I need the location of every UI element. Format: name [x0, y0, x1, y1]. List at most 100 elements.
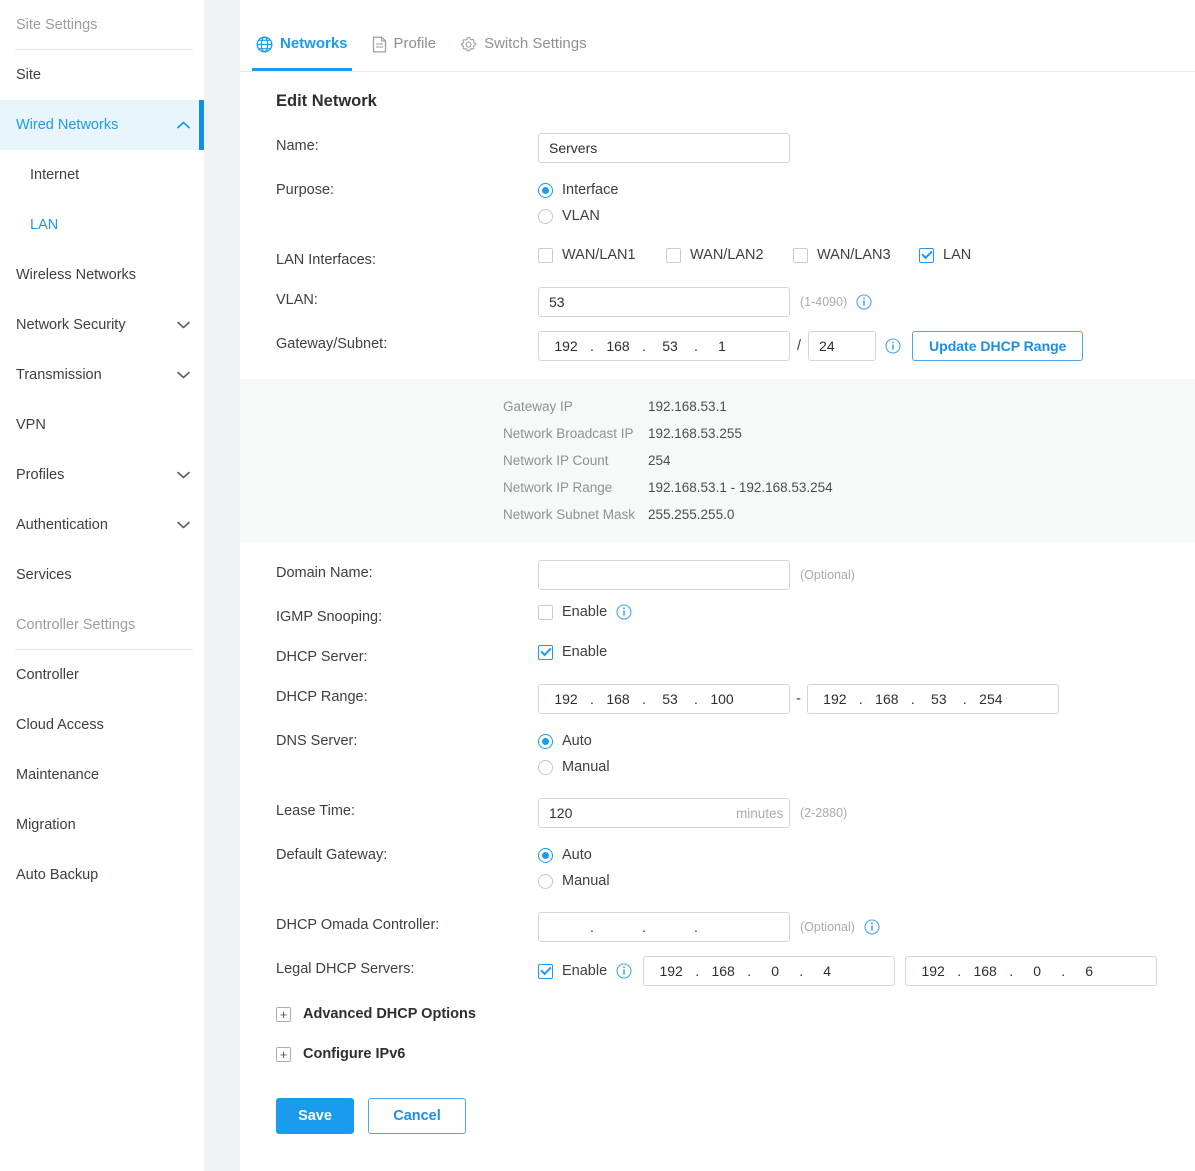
vlan-input[interactable]	[538, 287, 790, 317]
network-info-panel: Gateway IP 192.168.53.1 Network Broadcas…	[240, 379, 1195, 542]
info-icon[interactable]	[885, 338, 901, 354]
radio-icon-unselected[interactable]	[538, 873, 553, 889]
field-row-domain-name: Domain Name: (Optional)	[240, 560, 1195, 590]
field-label-domain-name: Domain Name:	[276, 565, 373, 581]
info-value: 192.168.53.1 - 192.168.53.254	[648, 480, 833, 495]
sidebar-item-controller[interactable]: Controller	[0, 650, 204, 700]
ip-octet-3[interactable]: 53	[647, 685, 693, 713]
ip-octet-1[interactable]: 192	[543, 332, 589, 360]
lease-time-unit: minutes	[736, 805, 784, 821]
info-icon[interactable]	[616, 604, 632, 620]
plus-icon[interactable]: +	[276, 1046, 291, 1062]
sidebar-item-auto-backup[interactable]: Auto Backup	[0, 850, 204, 900]
sidebar-item-label: Controller	[16, 667, 79, 683]
ip-octet-1[interactable]: 192	[543, 685, 589, 713]
dhcp-range-end-input[interactable]: 192 . 168 . 53 . 254	[806, 684, 1059, 714]
field-row-lan-interfaces: LAN Interfaces: WAN/LAN1 WAN/LAN2 WAN/LA…	[240, 247, 1195, 273]
ip-octet-3[interactable]: 0	[752, 957, 798, 985]
ip-octet-3[interactable]: 53	[916, 685, 962, 713]
ip-dot: .	[590, 919, 594, 935]
radio-icon-selected[interactable]	[538, 847, 553, 863]
checkbox-icon-unchecked[interactable]	[666, 247, 681, 263]
sidebar-item-profiles[interactable]: Profiles	[0, 450, 204, 500]
dhcp-omada-controller-input[interactable]: . . .	[538, 912, 790, 942]
ip-octet-3[interactable]: 0	[1014, 957, 1060, 985]
ip-octet-2[interactable]: 168	[962, 957, 1008, 985]
checkbox-icon-unchecked[interactable]	[793, 247, 808, 263]
sidebar-item-wired-networks[interactable]: Wired Networks	[0, 100, 204, 150]
info-icon[interactable]	[616, 963, 632, 979]
chevron-down-icon	[176, 318, 190, 332]
ip-octet-2[interactable]: 168	[595, 332, 641, 360]
radio-icon-selected[interactable]	[538, 182, 553, 198]
legal-dhcp-server-2-input[interactable]: 192 . 168 . 0 . 6	[905, 956, 1158, 986]
gateway-ip-input[interactable]: 192 . 168 . 53 . 1	[538, 331, 790, 361]
tab-profile[interactable]: Profile	[360, 0, 449, 71]
radio-icon-unselected[interactable]	[538, 208, 553, 224]
legal-dhcp-server-1-input[interactable]: 192 . 168 . 0 . 4	[643, 956, 896, 986]
radio-label: Manual	[562, 759, 610, 775]
checkbox-icon-checked[interactable]	[919, 247, 934, 263]
sidebar-item-migration[interactable]: Migration	[0, 800, 204, 850]
domain-name-input[interactable]	[538, 560, 790, 590]
ip-octet-1[interactable]: 192	[910, 957, 956, 985]
info-icon[interactable]	[864, 919, 880, 935]
radio-dns-server-manual[interactable]: Manual	[538, 754, 610, 780]
info-icon[interactable]	[856, 294, 872, 310]
ip-octet-4[interactable]: 254	[968, 685, 1014, 713]
checkbox-dhcp-server-enable[interactable]: Enable	[538, 644, 607, 660]
ip-octet-4[interactable]: 1	[699, 332, 745, 360]
ip-octet-4[interactable]: 100	[699, 685, 745, 713]
dhcp-range-start-input[interactable]: 192 . 168 . 53 . 100	[538, 684, 790, 714]
checkbox-wan-lan3[interactable]: WAN/LAN3	[793, 247, 919, 263]
lease-time-input[interactable]	[539, 799, 736, 827]
checkbox-icon-checked[interactable]	[538, 644, 553, 660]
save-button[interactable]: Save	[276, 1098, 354, 1134]
radio-dns-server-auto[interactable]: Auto	[538, 728, 592, 754]
checkbox-label: Enable	[562, 644, 608, 660]
sidebar-item-authentication[interactable]: Authentication	[0, 500, 204, 550]
plus-icon[interactable]: +	[276, 1006, 291, 1022]
sidebar-item-transmission[interactable]: Transmission	[0, 350, 204, 400]
checkbox-lan[interactable]: LAN	[919, 247, 971, 263]
checkbox-legal-dhcp-servers-enable[interactable]: Enable	[538, 963, 607, 979]
checkbox-icon-unchecked[interactable]	[538, 604, 553, 620]
sidebar-item-site[interactable]: Site	[0, 50, 204, 100]
ip-octet-1[interactable]: 192	[648, 957, 694, 985]
ip-octet-4[interactable]: 4	[804, 957, 850, 985]
checkbox-icon-unchecked[interactable]	[538, 247, 553, 263]
tab-networks[interactable]: Networks	[244, 0, 360, 71]
radio-default-gateway-auto[interactable]: Auto	[538, 842, 592, 868]
checkbox-igmp-snooping-enable[interactable]: Enable	[538, 604, 607, 620]
update-dhcp-range-button[interactable]: Update DHCP Range	[912, 331, 1084, 361]
checkbox-wan-lan2[interactable]: WAN/LAN2	[666, 247, 793, 263]
radio-purpose-vlan[interactable]: VLAN	[538, 203, 600, 229]
sidebar-item-services[interactable]: Services	[0, 550, 204, 600]
ip-octet-2[interactable]: 168	[864, 685, 910, 713]
sidebar-item-lan[interactable]: LAN	[0, 200, 204, 250]
radio-default-gateway-manual[interactable]: Manual	[538, 868, 610, 894]
cancel-button[interactable]: Cancel	[368, 1098, 466, 1134]
checkbox-icon-checked[interactable]	[538, 963, 553, 979]
sidebar-item-network-security[interactable]: Network Security	[0, 300, 204, 350]
checkbox-wan-lan1[interactable]: WAN/LAN1	[538, 247, 666, 263]
radio-icon-selected[interactable]	[538, 733, 553, 749]
sidebar-item-internet[interactable]: Internet	[0, 150, 204, 200]
expander-advanced-dhcp-options[interactable]: + Advanced DHCP Options	[240, 994, 1195, 1034]
sidebar-item-wireless-networks[interactable]: Wireless Networks	[0, 250, 204, 300]
sidebar-item-label: Authentication	[16, 517, 108, 533]
ip-octet-4[interactable]: 6	[1066, 957, 1112, 985]
sidebar-item-cloud-access[interactable]: Cloud Access	[0, 700, 204, 750]
sidebar-item-vpn[interactable]: VPN	[0, 400, 204, 450]
ip-octet-2[interactable]: 168	[595, 685, 641, 713]
radio-icon-unselected[interactable]	[538, 759, 553, 775]
expander-configure-ipv6[interactable]: + Configure IPv6	[240, 1034, 1195, 1074]
ip-octet-2[interactable]: 168	[700, 957, 746, 985]
ip-octet-3[interactable]: 53	[647, 332, 693, 360]
radio-purpose-interface[interactable]: Interface	[538, 177, 618, 203]
subnet-prefix-input[interactable]	[808, 331, 877, 361]
ip-octet-1[interactable]: 192	[812, 685, 858, 713]
tab-switch-settings[interactable]: Switch Settings	[448, 0, 599, 71]
name-input[interactable]	[538, 133, 790, 163]
sidebar-item-maintenance[interactable]: Maintenance	[0, 750, 204, 800]
